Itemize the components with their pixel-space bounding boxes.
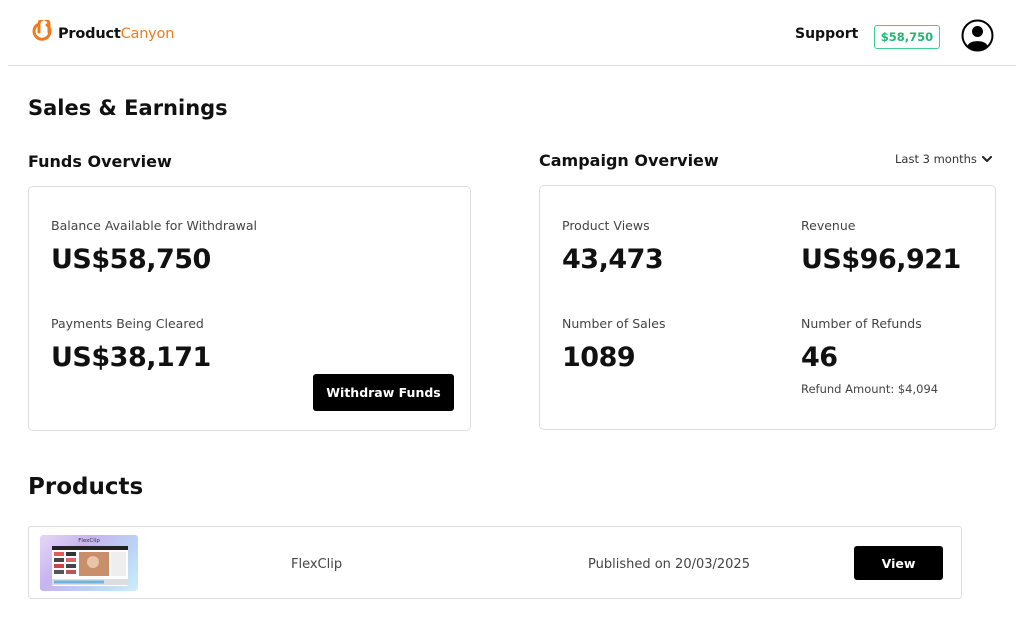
- clearing-label: Payments Being Cleared: [51, 316, 204, 331]
- product-row[interactable]: FlexClip FlexClip Published on 20/03/202…: [28, 526, 962, 599]
- clearing-value: US$38,171: [51, 342, 211, 373]
- revenue-label: Revenue: [801, 218, 856, 233]
- period-dropdown[interactable]: Last 3 months: [895, 152, 992, 166]
- brand-name-accent: Canyon: [120, 26, 175, 42]
- balance-value: US$58,750: [51, 244, 211, 275]
- product-views-label: Product Views: [562, 218, 650, 233]
- funds-overview-card: Balance Available for Withdrawal US$58,7…: [28, 186, 471, 431]
- chevron-down-icon: [981, 155, 992, 162]
- user-avatar-icon[interactable]: [961, 19, 994, 52]
- number-of-refunds-label: Number of Refunds: [801, 316, 922, 331]
- revenue-value: US$96,921: [801, 244, 961, 275]
- number-of-sales-value: 1089: [562, 342, 636, 373]
- products-title: Products: [28, 474, 144, 500]
- campaign-overview-title: Campaign Overview: [539, 151, 719, 170]
- product-thumbnail-image: FlexClip: [52, 538, 128, 586]
- logo-mark-icon: [32, 20, 52, 41]
- funds-overview-title: Funds Overview: [28, 152, 172, 171]
- view-product-button[interactable]: View: [854, 546, 943, 580]
- number-of-refunds-value: 46: [801, 342, 838, 373]
- product-canyon-logo[interactable]: ProductCanyon: [28, 20, 174, 48]
- brand-name: ProductCanyon: [58, 26, 174, 42]
- number-of-sales-label: Number of Sales: [562, 316, 666, 331]
- brand-name-primary: Product: [58, 26, 121, 42]
- published-date: Published on 20/03/2025: [588, 557, 750, 572]
- product-name[interactable]: FlexClip: [291, 557, 342, 572]
- product-views-value: 43,473: [562, 244, 664, 275]
- page-title: Sales & Earnings: [28, 96, 228, 120]
- balance-label: Balance Available for Withdrawal: [51, 218, 258, 233]
- thumbnail-title: FlexClip: [78, 538, 100, 544]
- refund-amount-text: Refund Amount: $4,094: [801, 382, 939, 396]
- campaign-overview-card: Product Views 43,473 Revenue US$96,921 N…: [539, 185, 996, 430]
- top-header: ProductCanyon Support $58,750: [8, 0, 1016, 66]
- balance-badge[interactable]: $58,750: [874, 25, 940, 49]
- support-link[interactable]: Support: [795, 26, 858, 42]
- period-label: Last 3 months: [895, 152, 977, 166]
- withdraw-funds-button[interactable]: Withdraw Funds: [313, 374, 454, 411]
- product-thumbnail[interactable]: FlexClip: [40, 535, 138, 591]
